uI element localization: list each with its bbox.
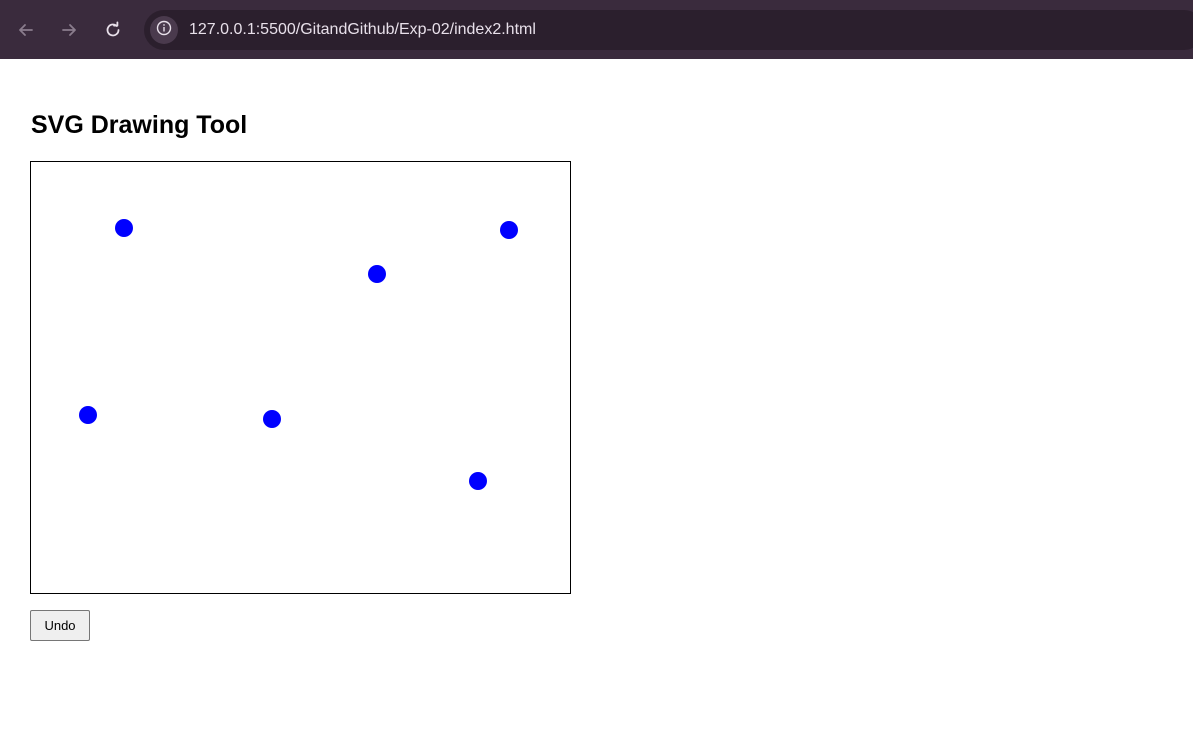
drawn-circle	[263, 410, 281, 428]
forward-button[interactable]	[53, 14, 85, 46]
info-icon	[156, 20, 172, 41]
drawn-circle	[115, 219, 133, 237]
address-bar[interactable]: 127.0.0.1:5500/GitandGithub/Exp-02/index…	[144, 10, 1193, 50]
page-content: SVG Drawing Tool Undo	[0, 59, 1193, 749]
drawn-circle	[368, 265, 386, 283]
drawn-circle	[469, 472, 487, 490]
browser-toolbar: 127.0.0.1:5500/GitandGithub/Exp-02/index…	[0, 0, 1193, 59]
reload-icon	[103, 20, 123, 40]
arrow-right-icon	[59, 20, 79, 40]
drawing-canvas[interactable]	[30, 161, 571, 594]
site-info-button[interactable]	[150, 16, 178, 44]
undo-button[interactable]: Undo	[30, 610, 90, 641]
back-button[interactable]	[10, 14, 42, 46]
arrow-left-icon	[16, 20, 36, 40]
drawing-svg[interactable]	[31, 162, 570, 593]
drawn-circle	[500, 221, 518, 239]
page-title: SVG Drawing Tool	[31, 111, 248, 139]
url-text[interactable]: 127.0.0.1:5500/GitandGithub/Exp-02/index…	[189, 20, 536, 40]
drawn-circle	[79, 406, 97, 424]
reload-button[interactable]	[97, 14, 129, 46]
